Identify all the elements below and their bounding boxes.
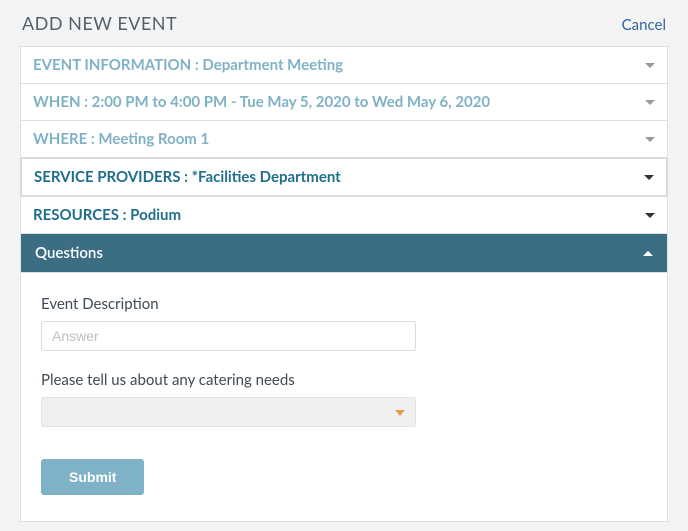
field-catering-needs: Please tell us about any catering needs xyxy=(41,371,647,427)
section-when[interactable]: WHEN : 2:00 PM to 4:00 PM - Tue May 5, 2… xyxy=(20,83,668,121)
section-label: Questions xyxy=(35,244,103,262)
section-service-providers[interactable]: SERVICE PROVIDERS : *Facilities Departme… xyxy=(20,157,668,197)
section-label: SERVICE PROVIDERS : *Facilities Departme… xyxy=(34,168,341,186)
section-header[interactable]: Questions xyxy=(21,234,667,272)
section-header[interactable]: RESOURCES : Podium xyxy=(21,197,667,233)
section-header[interactable]: WHERE : Meeting Room 1 xyxy=(21,121,667,157)
chevron-down-icon xyxy=(645,137,655,142)
form-header: ADD NEW EVENT Cancel xyxy=(20,10,668,46)
section-header[interactable]: WHEN : 2:00 PM to 4:00 PM - Tue May 5, 2… xyxy=(21,84,667,120)
accordion: EVENT INFORMATION : Department Meeting W… xyxy=(20,46,668,522)
field-label: Please tell us about any catering needs xyxy=(41,371,647,389)
section-where[interactable]: WHERE : Meeting Room 1 xyxy=(20,120,668,158)
field-label: Event Description xyxy=(41,295,647,313)
section-label: WHERE : Meeting Room 1 xyxy=(33,130,209,148)
section-resources[interactable]: RESOURCES : Podium xyxy=(20,196,668,234)
section-label: EVENT INFORMATION : Department Meeting xyxy=(33,56,343,74)
chevron-up-icon xyxy=(643,251,653,256)
section-event-information[interactable]: EVENT INFORMATION : Department Meeting xyxy=(20,46,668,84)
section-header[interactable]: SERVICE PROVIDERS : *Facilities Departme… xyxy=(22,159,666,195)
catering-select[interactable] xyxy=(41,397,416,427)
section-header[interactable]: EVENT INFORMATION : Department Meeting xyxy=(21,47,667,83)
chevron-down-icon xyxy=(645,63,655,68)
chevron-down-icon xyxy=(645,100,655,105)
cancel-button[interactable]: Cancel xyxy=(622,16,666,34)
chevron-down-icon xyxy=(645,213,655,218)
submit-button[interactable]: Submit xyxy=(41,459,144,495)
section-label: WHEN : 2:00 PM to 4:00 PM - Tue May 5, 2… xyxy=(33,93,490,111)
add-event-form: ADD NEW EVENT Cancel EVENT INFORMATION :… xyxy=(20,10,668,522)
page-title: ADD NEW EVENT xyxy=(22,12,177,34)
chevron-down-icon xyxy=(644,175,654,180)
chevron-down-icon xyxy=(395,410,405,416)
questions-panel: Event Description Please tell us about a… xyxy=(20,273,668,522)
section-label: RESOURCES : Podium xyxy=(33,206,181,224)
event-description-input[interactable] xyxy=(41,321,416,351)
field-event-description: Event Description xyxy=(41,295,647,351)
section-questions[interactable]: Questions xyxy=(20,233,668,273)
